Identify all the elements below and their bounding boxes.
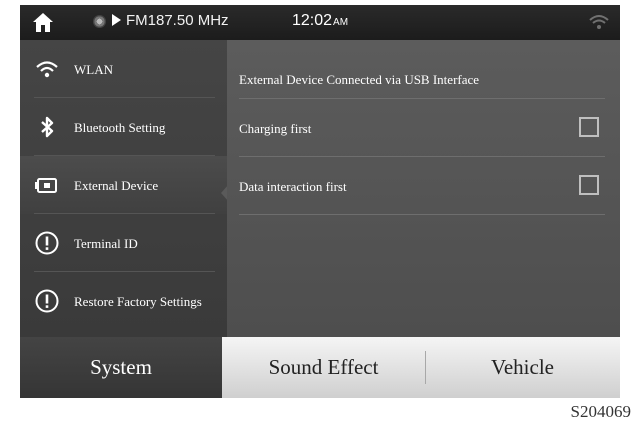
figure-frame: FM187.50 MHz 12:02AM WLAN Bluetooth Sett… [0, 0, 635, 427]
info-icon [35, 231, 59, 255]
option-label: Data interaction first [239, 179, 347, 194]
option-charging-first[interactable]: Charging first [239, 99, 605, 157]
clock-time: 12:02 [292, 12, 333, 29]
tab-system[interactable]: System [20, 337, 222, 398]
external-device-icon [35, 178, 57, 193]
sidebar-item-wlan[interactable]: WLAN [20, 40, 227, 98]
clock: 12:02AM [292, 12, 348, 30]
option-label: Charging first [239, 121, 312, 136]
sidebar-item-label: External Device [74, 178, 159, 193]
sidebar-item-label: Bluetooth Setting [74, 120, 166, 135]
figure-id: S204069 [570, 402, 631, 421]
bottom-tab-bar: System Sound Effect Vehicle [20, 337, 620, 398]
status-bar: FM187.50 MHz 12:02AM [20, 5, 620, 40]
sidebar-item-label: WLAN [74, 62, 113, 77]
bluetooth-icon [41, 116, 54, 138]
clock-ampm: AM [333, 17, 349, 28]
tab-separator [425, 351, 426, 384]
play-icon [112, 14, 121, 26]
sidebar-item-restore-factory[interactable]: Restore Factory Settings [20, 272, 227, 330]
radio-frequency[interactable]: FM187.50 MHz [126, 12, 229, 29]
sidebar-item-label: Restore Factory Settings [74, 294, 202, 309]
info-icon [35, 289, 59, 313]
data-interaction-first-checkbox[interactable] [579, 175, 599, 195]
tab-sound-effect[interactable]: Sound Effect [222, 337, 425, 398]
divider [239, 214, 605, 215]
panel-title: External Device Connected via USB Interf… [239, 72, 480, 87]
head-unit-screen: FM187.50 MHz 12:02AM WLAN Bluetooth Sett… [20, 5, 620, 398]
sidebar-item-bluetooth[interactable]: Bluetooth Setting [20, 98, 227, 156]
charging-first-checkbox[interactable] [579, 117, 599, 137]
sidebar-item-external-device[interactable]: External Device [20, 156, 227, 214]
settings-sidebar: WLAN Bluetooth Setting External Device T… [20, 40, 229, 337]
wifi-icon [36, 61, 58, 78]
radio-source-icon [93, 15, 106, 28]
wifi-status-icon [589, 15, 609, 29]
sidebar-item-label: Terminal ID [74, 236, 138, 251]
external-device-panel: External Device Connected via USB Interf… [227, 40, 620, 337]
sidebar-item-terminal-id[interactable]: Terminal ID [20, 214, 227, 272]
tab-vehicle[interactable]: Vehicle [425, 337, 620, 398]
home-icon[interactable] [32, 12, 54, 33]
option-data-interaction-first[interactable]: Data interaction first [239, 157, 605, 215]
